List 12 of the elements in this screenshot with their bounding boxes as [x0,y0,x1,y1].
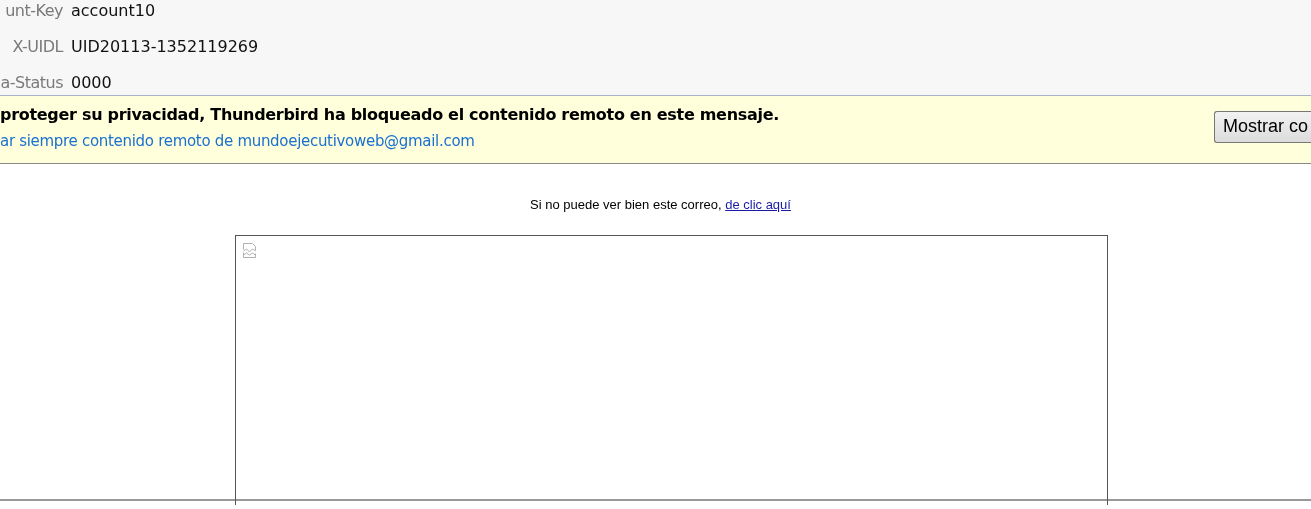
allow-remote-link[interactable]: ar siempre contenido remoto de mundoejecutivoweb@gmail.com [0,132,779,150]
header-label: unt-Key [4,0,63,20]
show-content-button[interactable]: Mostrar co [1213,111,1311,143]
click-here-link[interactable]: de clic aquí [725,197,791,212]
broken-image-icon [242,242,258,259]
header-value: 0000 [71,72,112,92]
body-text: Si no puede ver bien este correo, [530,197,723,212]
header-value: account10 [71,0,156,20]
header-value: UID20113-1352119269 [71,36,259,56]
header-label: X-UIDL [11,36,63,56]
notification-message: proteger su privacidad, Thunderbird ha bloqueado el contenido remoto en este mensaje. [0,105,779,124]
header-label: a-Status [0,72,63,92]
